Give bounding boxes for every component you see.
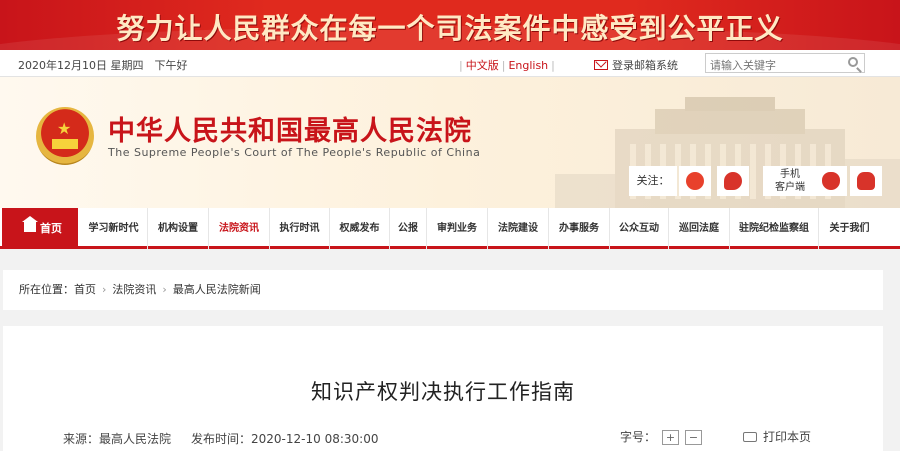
mobile-label-line1: 手机 [780, 169, 800, 180]
nav-item-releases[interactable]: 权威发布 [330, 208, 390, 249]
main-nav: 首页 学习新时代 机构设置 法院资讯 执行时讯 权威发布 公报 审判业务 法院建… [0, 208, 900, 249]
android-icon [857, 172, 875, 190]
wechat-icon [724, 172, 742, 190]
font-size-tools: 字号： + − [620, 428, 703, 445]
mailbox-link[interactable]: 登录邮箱系统 [594, 57, 678, 73]
nav-home[interactable]: 首页 [2, 208, 78, 249]
follow-label: 关注： [629, 166, 677, 196]
breadcrumb-home[interactable]: 首页 [74, 283, 96, 296]
breadcrumb-prefix: 所在位置： [19, 283, 74, 296]
apple-app-button[interactable] [815, 166, 847, 196]
font-decrease-button[interactable]: − [685, 430, 703, 445]
nav-home-label: 首页 [40, 222, 62, 235]
language-switch: | 中文版 | English | [459, 59, 555, 72]
nav-item-court-building[interactable]: 法院建设 [488, 208, 549, 249]
nav-item-organization[interactable]: 机构设置 [148, 208, 209, 249]
nav-item-study[interactable]: 学习新时代 [80, 208, 148, 249]
national-emblem-logo: ★ [36, 107, 94, 165]
site-title[interactable]: 中华人民共和国最高人民法院 [108, 109, 472, 148]
weibo-button[interactable] [679, 166, 711, 196]
breadcrumb-separator-icon: › [162, 283, 167, 296]
breadcrumb-separator-icon: › [102, 283, 107, 296]
nav-item-trial-business[interactable]: 审判业务 [427, 208, 488, 249]
nav-item-circuit-courts[interactable]: 巡回法庭 [669, 208, 730, 249]
lang-chinese-link[interactable]: 中文版 [466, 59, 499, 72]
breadcrumb-court-news[interactable]: 法院资讯 [112, 283, 156, 296]
mobile-client-button[interactable]: 手机 客户端 [763, 166, 817, 196]
search-icon[interactable] [848, 57, 858, 67]
font-size-label: 字号： [620, 430, 657, 444]
article-title: 知识产权判决执行工作指南 [311, 380, 575, 404]
current-date: 2020年12月10日 星期四 下午好 [18, 59, 188, 72]
top-banner: 努力让人民群众在每一个司法案件中感受到公平正义 [0, 0, 900, 50]
banner-slogan: 努力让人民群众在每一个司法案件中感受到公平正义 [116, 12, 784, 45]
lang-english-link[interactable]: English [508, 59, 548, 72]
nav-item-interaction[interactable]: 公众互动 [610, 208, 669, 249]
nav-item-about[interactable]: 关于我们 [819, 208, 880, 249]
weibo-icon [686, 172, 704, 190]
mail-icon [594, 60, 608, 70]
article-panel: 知识产权判决执行工作指南 来源：最高人民法院 发布时间：2020-12-10 08… [3, 326, 883, 451]
apple-icon [822, 172, 840, 190]
print-icon [743, 432, 757, 442]
follow-bar: 关注： 手机 客户端 [629, 166, 882, 196]
nav-item-discipline[interactable]: 驻院纪检监察组 [730, 208, 819, 249]
article-publish-time: 发布时间：2020-12-10 08:30:00 [191, 432, 379, 446]
android-app-button[interactable] [850, 166, 882, 196]
breadcrumb: 所在位置：首页 › 法院资讯 › 最高人民法院新闻 [3, 270, 883, 310]
nav-item-services[interactable]: 办事服务 [549, 208, 610, 249]
search-input[interactable] [706, 56, 836, 75]
nav-item-gazette[interactable]: 公报 [390, 208, 427, 249]
home-icon [22, 216, 38, 232]
emblem-star-icon: ★ [57, 119, 72, 138]
print-button[interactable]: 打印本页 [743, 428, 811, 445]
mobile-label-line2: 客户端 [775, 182, 805, 193]
article-source: 来源：最高人民法院 [63, 432, 172, 446]
font-increase-button[interactable]: + [662, 430, 680, 445]
print-label: 打印本页 [763, 430, 812, 444]
nav-item-court-news[interactable]: 法院资讯 [209, 208, 270, 249]
site-subtitle: The Supreme People's Court of The People… [108, 146, 481, 159]
article-meta: 来源：最高人民法院 发布时间：2020-12-10 08:30:00 [63, 430, 378, 447]
mailbox-label: 登录邮箱系统 [612, 59, 678, 72]
search-box [705, 53, 865, 75]
nav-item-execution-news[interactable]: 执行时讯 [270, 208, 330, 249]
breadcrumb-spc-news[interactable]: 最高人民法院新闻 [173, 283, 261, 296]
wechat-button[interactable] [717, 166, 749, 196]
